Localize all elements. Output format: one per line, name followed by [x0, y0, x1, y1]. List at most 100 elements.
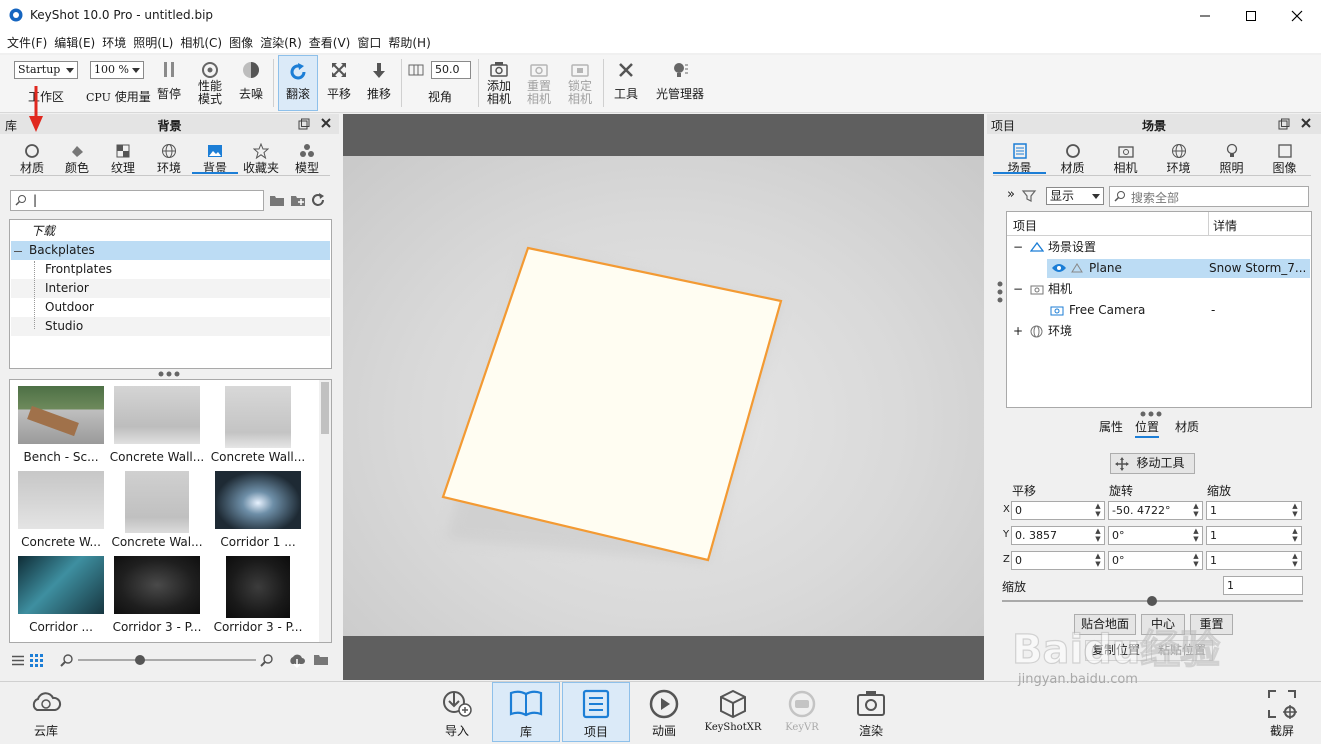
thumbnail-bench[interactable]: Bench - Sc... — [13, 386, 109, 464]
import-folder-icon[interactable] — [269, 193, 285, 207]
tools-button[interactable]: 工具 — [609, 55, 643, 111]
tree-item-studio[interactable]: Studio — [11, 317, 330, 336]
reset-button[interactable]: 重置 — [1190, 614, 1233, 635]
thumbnail-corridor-1[interactable]: Corridor 1 ... — [210, 471, 306, 549]
rotate-x-input[interactable]: -50. 4722° ▲ ▼ — [1108, 501, 1203, 520]
library-search-input[interactable]: | — [10, 190, 264, 211]
menu-window[interactable]: 窗口 — [356, 34, 387, 51]
thumbnail-corridor-3-b[interactable]: Corridor 3 - P... — [210, 556, 306, 634]
field-of-view-input[interactable]: 50.0 — [431, 61, 471, 79]
tree-row-plane[interactable]: Plane Snow Storm_7... — [1047, 259, 1310, 278]
undock-icon[interactable] — [298, 118, 310, 130]
maximize-button[interactable] — [1228, 0, 1274, 31]
cloud-download-icon[interactable] — [288, 652, 306, 668]
performance-mode-button[interactable]: 性能 模式 — [192, 55, 228, 111]
expand-arrows-icon[interactable]: » — [1007, 187, 1015, 202]
snap-to-ground-button[interactable]: 贴合地面 — [1074, 614, 1136, 635]
tree-item-downloads[interactable]: 下载 — [11, 222, 330, 241]
scene-search-input[interactable]: 搜索全部 — [1109, 186, 1309, 207]
denoise-button[interactable]: 去噪 — [234, 55, 268, 111]
plane-object[interactable] — [343, 156, 984, 636]
menu-help[interactable]: 帮助(H) — [387, 34, 436, 51]
tab-lighting[interactable]: 照明 — [1205, 140, 1258, 175]
tree-item-frontplates[interactable]: Frontplates — [11, 260, 330, 279]
thumbnail-concrete-w[interactable]: Concrete W... — [13, 471, 109, 549]
menu-environment[interactable]: 环境 — [101, 34, 132, 51]
splitter-handle[interactable] — [1139, 410, 1165, 418]
tab-scene[interactable]: 场景 — [993, 140, 1046, 175]
scale-z-input[interactable]: 1 ▲ ▼ — [1206, 551, 1302, 570]
expand-icon[interactable]: + — [1013, 322, 1023, 341]
uniform-scale-input[interactable]: 1 — [1223, 576, 1303, 595]
side-splitter-handle[interactable] — [996, 280, 1004, 306]
copy-position-button[interactable]: 复制位置 — [1085, 640, 1147, 661]
pause-button[interactable]: 暂停 — [152, 55, 186, 111]
move-tool-button[interactable]: 移动工具 — [1110, 453, 1195, 474]
tab-material[interactable]: 材质 — [1046, 140, 1099, 175]
tab-favorites[interactable]: 收藏夹 — [238, 140, 284, 175]
tree-row-environment[interactable]: + 环境 — [1008, 322, 1310, 341]
tumble-button[interactable]: 翻滚 — [278, 55, 318, 111]
paste-position-button[interactable]: 粘贴位置 — [1151, 640, 1213, 661]
minimize-button[interactable] — [1182, 0, 1228, 31]
render-button[interactable]: 渲染 — [848, 682, 894, 742]
thumbnail-scrollbar[interactable] — [319, 380, 331, 642]
display-filter-select[interactable]: 显示 — [1046, 187, 1104, 205]
grid-view-icon[interactable] — [30, 654, 43, 667]
slider-knob[interactable] — [1147, 596, 1157, 606]
translate-y-input[interactable]: 0. 3857 ▲ ▼ — [1011, 526, 1105, 545]
tab-models[interactable]: 模型 — [284, 140, 330, 175]
scale-x-input[interactable]: 1 ▲ ▼ — [1206, 501, 1302, 520]
close-button[interactable] — [1274, 0, 1320, 31]
thumbnail-concrete-wall-1[interactable]: Concrete Wall... — [109, 386, 205, 464]
lock-camera-button[interactable]: 锁定 相机 — [563, 55, 597, 111]
menu-edit[interactable]: 编辑(E) — [53, 34, 101, 51]
center-button[interactable]: 中心 — [1141, 614, 1185, 635]
rotate-y-input[interactable]: 0° ▲ ▼ — [1108, 526, 1203, 545]
workspace-select[interactable]: Startup — [14, 61, 78, 79]
menu-camera[interactable]: 相机(C) — [179, 34, 228, 51]
menu-file[interactable]: 文件(F) — [6, 34, 53, 51]
menu-view[interactable]: 查看(V) — [308, 34, 357, 51]
close-panel-icon[interactable] — [1300, 117, 1312, 129]
pan-button[interactable]: 平移 — [322, 55, 356, 111]
tree-row-free-camera[interactable]: Free Camera - — [1008, 301, 1310, 320]
scene-filter-icon[interactable] — [1021, 188, 1037, 203]
cpu-usage-select[interactable]: 100 % — [90, 61, 144, 79]
tree-item-interior[interactable]: Interior — [11, 279, 330, 298]
visibility-eye-icon[interactable] — [1051, 263, 1067, 273]
screenshot-button[interactable]: 截屏 — [1258, 682, 1306, 742]
zoom-in-icon[interactable] — [260, 654, 273, 667]
splitter-handle[interactable] — [157, 370, 183, 378]
tab-backplates[interactable]: 背景 — [192, 140, 238, 175]
import-button[interactable]: 导入 — [435, 682, 479, 742]
translate-z-input[interactable]: 0 ▲ ▼ — [1011, 551, 1105, 570]
rotate-z-input[interactable]: 0° ▲ ▼ — [1108, 551, 1203, 570]
keyvr-button[interactable]: KeyVR — [778, 682, 826, 742]
thumbnail-concrete-wall-3[interactable]: Concrete Wal... — [109, 471, 205, 549]
thumbnail-concrete-wall-2[interactable]: Concrete Wall... — [210, 386, 306, 464]
render-viewport[interactable] — [343, 114, 984, 680]
library-toggle-button[interactable]: 库 — [492, 682, 560, 742]
zoom-out-icon[interactable] — [60, 654, 73, 667]
folder-options-icon[interactable] — [313, 652, 330, 667]
tree-row-camera[interactable]: − 相机 — [1008, 280, 1310, 299]
tab-image[interactable]: 图像 — [1258, 140, 1311, 175]
project-toggle-button[interactable]: 项目 — [562, 682, 630, 742]
tab-environments[interactable]: 环境 — [146, 140, 192, 175]
refresh-icon[interactable] — [311, 193, 326, 207]
dolly-button[interactable]: 推移 — [362, 55, 396, 111]
menu-lighting[interactable]: 照明(L) — [132, 34, 179, 51]
thumbnail-size-slider[interactable] — [78, 659, 256, 661]
thumbnail-corridor-3-a[interactable]: Corridor 3 - P... — [109, 556, 205, 634]
reset-camera-button[interactable]: 重置 相机 — [522, 55, 556, 111]
tree-row-scene-settings[interactable]: − 场景设置 — [1008, 238, 1310, 257]
subtab-material[interactable]: 材质 — [1175, 418, 1199, 435]
add-folder-icon[interactable] — [290, 193, 306, 207]
tree-item-backplates[interactable]: Backplates — [11, 241, 330, 260]
column-detail-header[interactable]: 详情 — [1213, 217, 1237, 234]
slider-knob[interactable] — [135, 655, 145, 665]
collapse-icon[interactable]: − — [1013, 280, 1023, 299]
tab-camera[interactable]: 相机 — [1099, 140, 1152, 175]
collapse-icon[interactable]: − — [1013, 238, 1023, 257]
